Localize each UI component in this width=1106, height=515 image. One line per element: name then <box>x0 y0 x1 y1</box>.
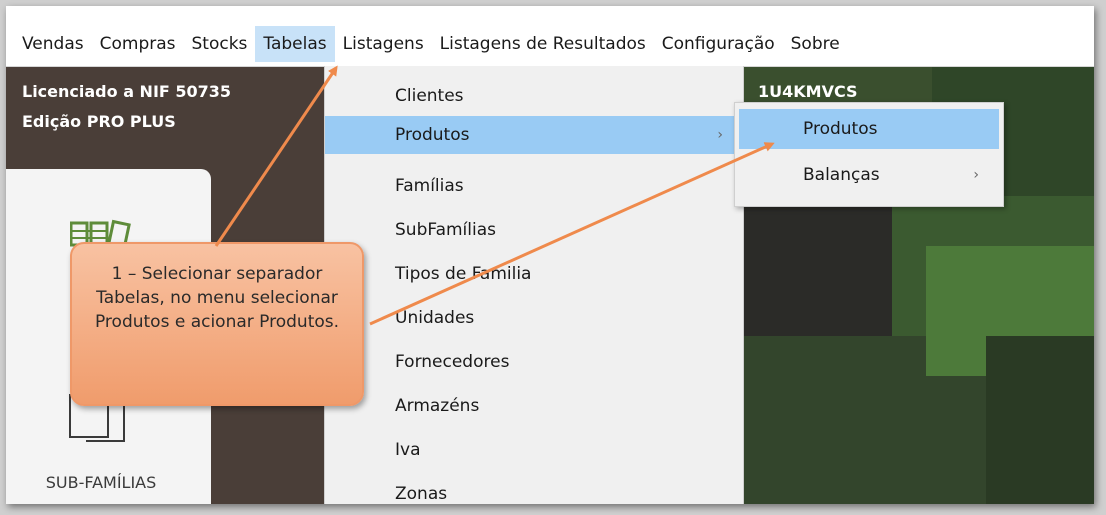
submenu-item-balancas[interactable]: Balanças › <box>739 155 999 195</box>
menu-item-label: Clientes <box>395 86 464 106</box>
chevron-right-icon: › <box>717 127 723 143</box>
chevron-right-icon: › <box>973 167 979 183</box>
menu-item-fornecedores[interactable]: Fornecedores <box>325 344 743 380</box>
menu-item-familias[interactable]: Famílias <box>325 168 743 204</box>
menu-listagens[interactable]: Listagens <box>335 26 432 62</box>
menu-item-label: Iva <box>395 440 421 460</box>
menu-item-label: Famílias <box>395 176 464 196</box>
produtos-submenu: Produtos Balanças › <box>734 102 1004 207</box>
menu-configuracao[interactable]: Configuração <box>654 26 783 62</box>
menu-item-clientes[interactable]: Clientes <box>325 78 743 114</box>
edition-line: Edição PRO PLUS <box>22 112 176 131</box>
menu-item-zonas[interactable]: Zonas <box>325 476 743 504</box>
menu-listagens-de-resultados[interactable]: Listagens de Resultados <box>432 26 654 62</box>
menu-item-produtos[interactable]: Produtos › <box>325 116 743 154</box>
menu-item-armazens[interactable]: Armazéns <box>325 388 743 424</box>
menu-item-label: Produtos <box>395 125 470 145</box>
menu-item-label: SubFamílias <box>395 220 496 240</box>
background-tile <box>986 336 1094 504</box>
menu-item-label: Unidades <box>395 308 475 328</box>
app-window: Licenciado a NIF 50735 Edição PRO PLUS 1… <box>6 6 1094 504</box>
menu-vendas[interactable]: Vendas <box>14 26 92 62</box>
menu-sobre[interactable]: Sobre <box>783 26 848 62</box>
menu-item-label: Fornecedores <box>395 352 510 372</box>
submenu-item-label: Balanças <box>803 165 880 185</box>
menu-compras[interactable]: Compras <box>92 26 184 62</box>
menu-item-label: Armazéns <box>395 396 480 416</box>
submenu-item-label: Produtos <box>803 119 878 139</box>
menu-bar: Vendas Compras Stocks Tabelas Listagens … <box>6 6 1094 67</box>
card-label: SUB-FAMÍLIAS <box>45 473 157 492</box>
menu-item-label: Zonas <box>395 484 448 504</box>
callout-text: 1 – Selecionar separador Tabelas, no men… <box>94 264 340 332</box>
background-tile <box>742 196 892 336</box>
menu-item-subfamilias[interactable]: SubFamílias <box>325 212 743 248</box>
menu-item-tipos-de-familia[interactable]: Tipos de Familia <box>325 256 743 292</box>
serial-code: 1U4KMVCS <box>758 82 858 101</box>
menu-item-iva[interactable]: Iva <box>325 432 743 468</box>
submenu-item-produtos[interactable]: Produtos <box>739 109 999 149</box>
tabelas-dropdown-menu: Clientes Produtos › Famílias SubFamílias … <box>324 66 744 504</box>
license-line: Licenciado a NIF 50735 <box>22 82 232 101</box>
menu-stocks[interactable]: Stocks <box>184 26 256 62</box>
menu-item-unidades[interactable]: Unidades <box>325 300 743 336</box>
instruction-callout: 1 – Selecionar separador Tabelas, no men… <box>70 242 364 406</box>
menu-tabelas[interactable]: Tabelas <box>255 26 335 62</box>
menu-item-label: Tipos de Familia <box>395 264 532 284</box>
